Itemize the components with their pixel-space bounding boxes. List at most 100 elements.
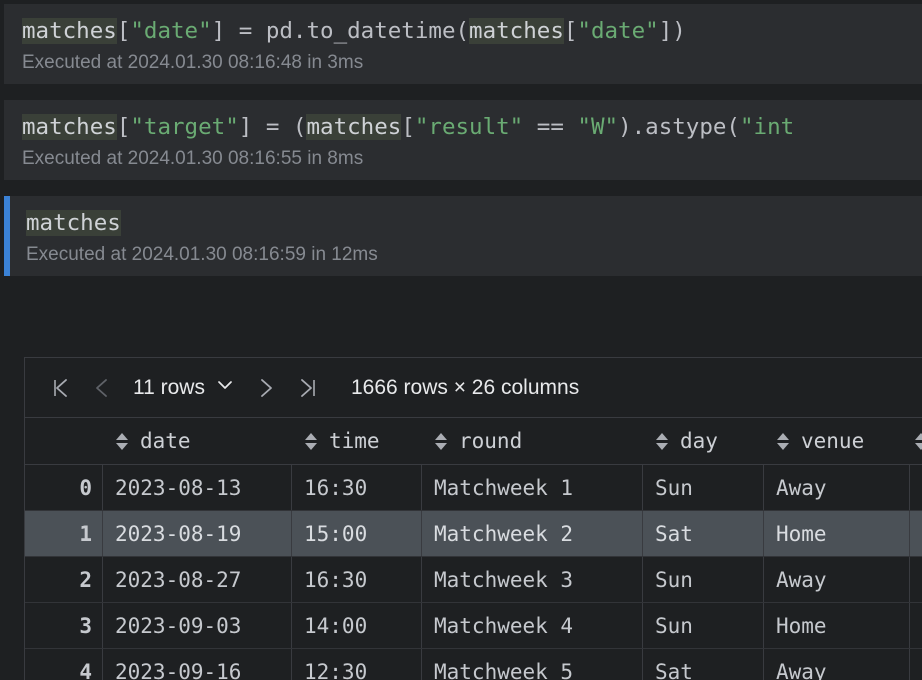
next-page-icon[interactable] <box>245 367 287 409</box>
cell-execution-info: Executed at 2024.01.30 08:16:59 in 12ms <box>26 244 378 265</box>
column-header-date[interactable]: date <box>102 418 291 464</box>
cell-code[interactable]: matches["target"] = (matches["result" ==… <box>4 110 922 144</box>
table-cell-time[interactable]: 16:30 <box>291 465 421 510</box>
table-cell-next-partial[interactable] <box>909 465 922 510</box>
code-token: matches <box>22 18 117 44</box>
code-token: matches <box>306 114 402 140</box>
row-index: 1 <box>79 521 92 546</box>
table-cell-round[interactable]: Matchweek 4 <box>421 603 642 648</box>
dataframe-toolbar: 11 rows 1666 rows × 26 columns <box>25 358 922 418</box>
table-cell-date[interactable]: 2023-08-19 <box>102 511 291 556</box>
table-cell-round[interactable]: Matchweek 5 <box>421 649 642 680</box>
table-cell-day[interactable]: Sat <box>642 511 763 556</box>
table-cell-time[interactable]: 14:00 <box>291 603 421 648</box>
code-token: [ <box>116 18 131 44</box>
table-cell-day[interactable]: Sun <box>642 603 763 648</box>
table-cell-venue[interactable]: Away <box>763 557 909 602</box>
sort-arrows-icon[interactable] <box>116 432 128 450</box>
table-header-row: date time round day venue <box>25 418 922 465</box>
cell-execution-info: Executed at 2024.01.30 08:16:48 in 3ms <box>22 52 364 73</box>
code-token: == <box>523 114 578 140</box>
rows-per-page-select[interactable]: 11 rows <box>123 375 245 401</box>
column-header-venue[interactable]: venue <box>763 418 909 464</box>
table-cell-venue[interactable]: Away <box>763 649 909 680</box>
code-token: "date" <box>577 18 659 44</box>
code-token: ] = pd.to_datetime( <box>211 18 470 44</box>
table-cell-time[interactable]: 12:30 <box>291 649 421 680</box>
table-cell-date[interactable]: 2023-09-03 <box>102 603 291 648</box>
dataframe-panel: 11 rows 1666 rows × 26 columns date time… <box>24 357 922 680</box>
column-header-label: day <box>680 429 718 453</box>
code-token: "date" <box>130 18 212 44</box>
column-header-time[interactable]: time <box>291 418 421 464</box>
sort-arrows-icon[interactable] <box>656 432 668 450</box>
cell-code[interactable]: matches["date"] = pd.to_datetime(matches… <box>4 14 922 48</box>
code-token: ).astype( <box>618 114 740 140</box>
code-token: matches <box>26 210 121 236</box>
last-page-icon[interactable] <box>287 367 329 409</box>
column-header-label: date <box>140 429 191 453</box>
table-cell-round[interactable]: Matchweek 1 <box>421 465 642 510</box>
column-header-day[interactable]: day <box>642 418 763 464</box>
prev-page-icon[interactable] <box>81 367 123 409</box>
column-header-label: round <box>459 429 523 453</box>
code-token: ] = ( <box>238 114 307 140</box>
code-token: [ <box>401 114 415 140</box>
table-cell-day[interactable]: Sat <box>642 649 763 680</box>
notebook-container: matches["date"] = pd.to_datetime(matches… <box>0 0 922 680</box>
notebook-cell[interactable]: matches Executed at 2024.01.30 08:16:59 i… <box>4 196 922 276</box>
sort-arrows-icon[interactable] <box>915 432 922 450</box>
sort-arrows-icon[interactable] <box>777 432 789 450</box>
table-cell-date[interactable]: 2023-09-16 <box>102 649 291 680</box>
cell-execution-info: Executed at 2024.01.30 08:16:55 in 8ms <box>22 148 364 169</box>
dataframe-grid: date time round day venue 0 2023-08-13 16:30 Ma… <box>25 418 922 680</box>
code-token: "int <box>739 114 795 140</box>
rows-per-page-label: 11 rows <box>133 375 205 399</box>
table-cell-venue[interactable]: Home <box>763 511 909 556</box>
row-index: 3 <box>79 613 92 638</box>
table-cell-day[interactable]: Sun <box>642 465 763 510</box>
code-token: "target" <box>130 114 239 140</box>
table-cell-time[interactable]: 15:00 <box>291 511 421 556</box>
table-cell-round[interactable]: Matchweek 2 <box>421 511 642 556</box>
table-row[interactable]: 1 2023-08-19 15:00 Matchweek 2 Sat Home <box>25 511 922 557</box>
row-index: 2 <box>79 567 92 592</box>
table-cell-venue[interactable]: Away <box>763 465 909 510</box>
column-header-round[interactable]: round <box>421 418 642 464</box>
notebook-cells: matches["date"] = pd.to_datetime(matches… <box>0 4 922 276</box>
table-cell-day[interactable]: Sun <box>642 557 763 602</box>
code-token: [ <box>116 114 131 140</box>
column-header-next-partial[interactable] <box>909 418 922 464</box>
table-row[interactable]: 2 2023-08-27 16:30 Matchweek 3 Sun Away <box>25 557 922 603</box>
code-token: [ <box>563 18 578 44</box>
notebook-cell[interactable]: matches["target"] = (matches["result" ==… <box>4 100 922 180</box>
active-cell-indicator <box>4 196 10 276</box>
column-header-label: time <box>329 429 380 453</box>
column-header-label: venue <box>801 429 865 453</box>
code-token: "W" <box>577 114 619 140</box>
table-cell-venue[interactable]: Home <box>763 603 909 648</box>
table-body: 0 2023-08-13 16:30 Matchweek 1 Sun Away 1 2023-… <box>25 465 922 680</box>
sort-arrows-icon[interactable] <box>435 432 447 450</box>
table-cell-next-partial[interactable] <box>909 557 922 602</box>
first-page-icon[interactable] <box>39 367 81 409</box>
notebook-cell[interactable]: matches["date"] = pd.to_datetime(matches… <box>4 4 922 84</box>
table-cell-date[interactable]: 2023-08-27 <box>102 557 291 602</box>
table-row[interactable]: 4 2023-09-16 12:30 Matchweek 5 Sat Away <box>25 649 922 680</box>
cell-code[interactable]: matches <box>4 206 922 240</box>
table-cell-date[interactable]: 2023-08-13 <box>102 465 291 510</box>
table-cell-round[interactable]: Matchweek 3 <box>421 557 642 602</box>
table-cell-time[interactable]: 16:30 <box>291 557 421 602</box>
table-cell-next-partial[interactable] <box>909 603 922 648</box>
code-token: ]) <box>658 18 686 44</box>
row-index: 0 <box>79 475 92 500</box>
table-row[interactable]: 0 2023-08-13 16:30 Matchweek 1 Sun Away <box>25 465 922 511</box>
table-cell-next-partial[interactable] <box>909 649 922 680</box>
code-token: "result" <box>414 114 524 140</box>
table-cell-next-partial[interactable] <box>909 511 922 556</box>
chevron-down-icon <box>215 375 235 401</box>
sort-arrows-icon[interactable] <box>305 432 317 450</box>
row-index: 4 <box>79 659 92 680</box>
code-token: matches <box>469 18 564 44</box>
table-row[interactable]: 3 2023-09-03 14:00 Matchweek 4 Sun Home <box>25 603 922 649</box>
